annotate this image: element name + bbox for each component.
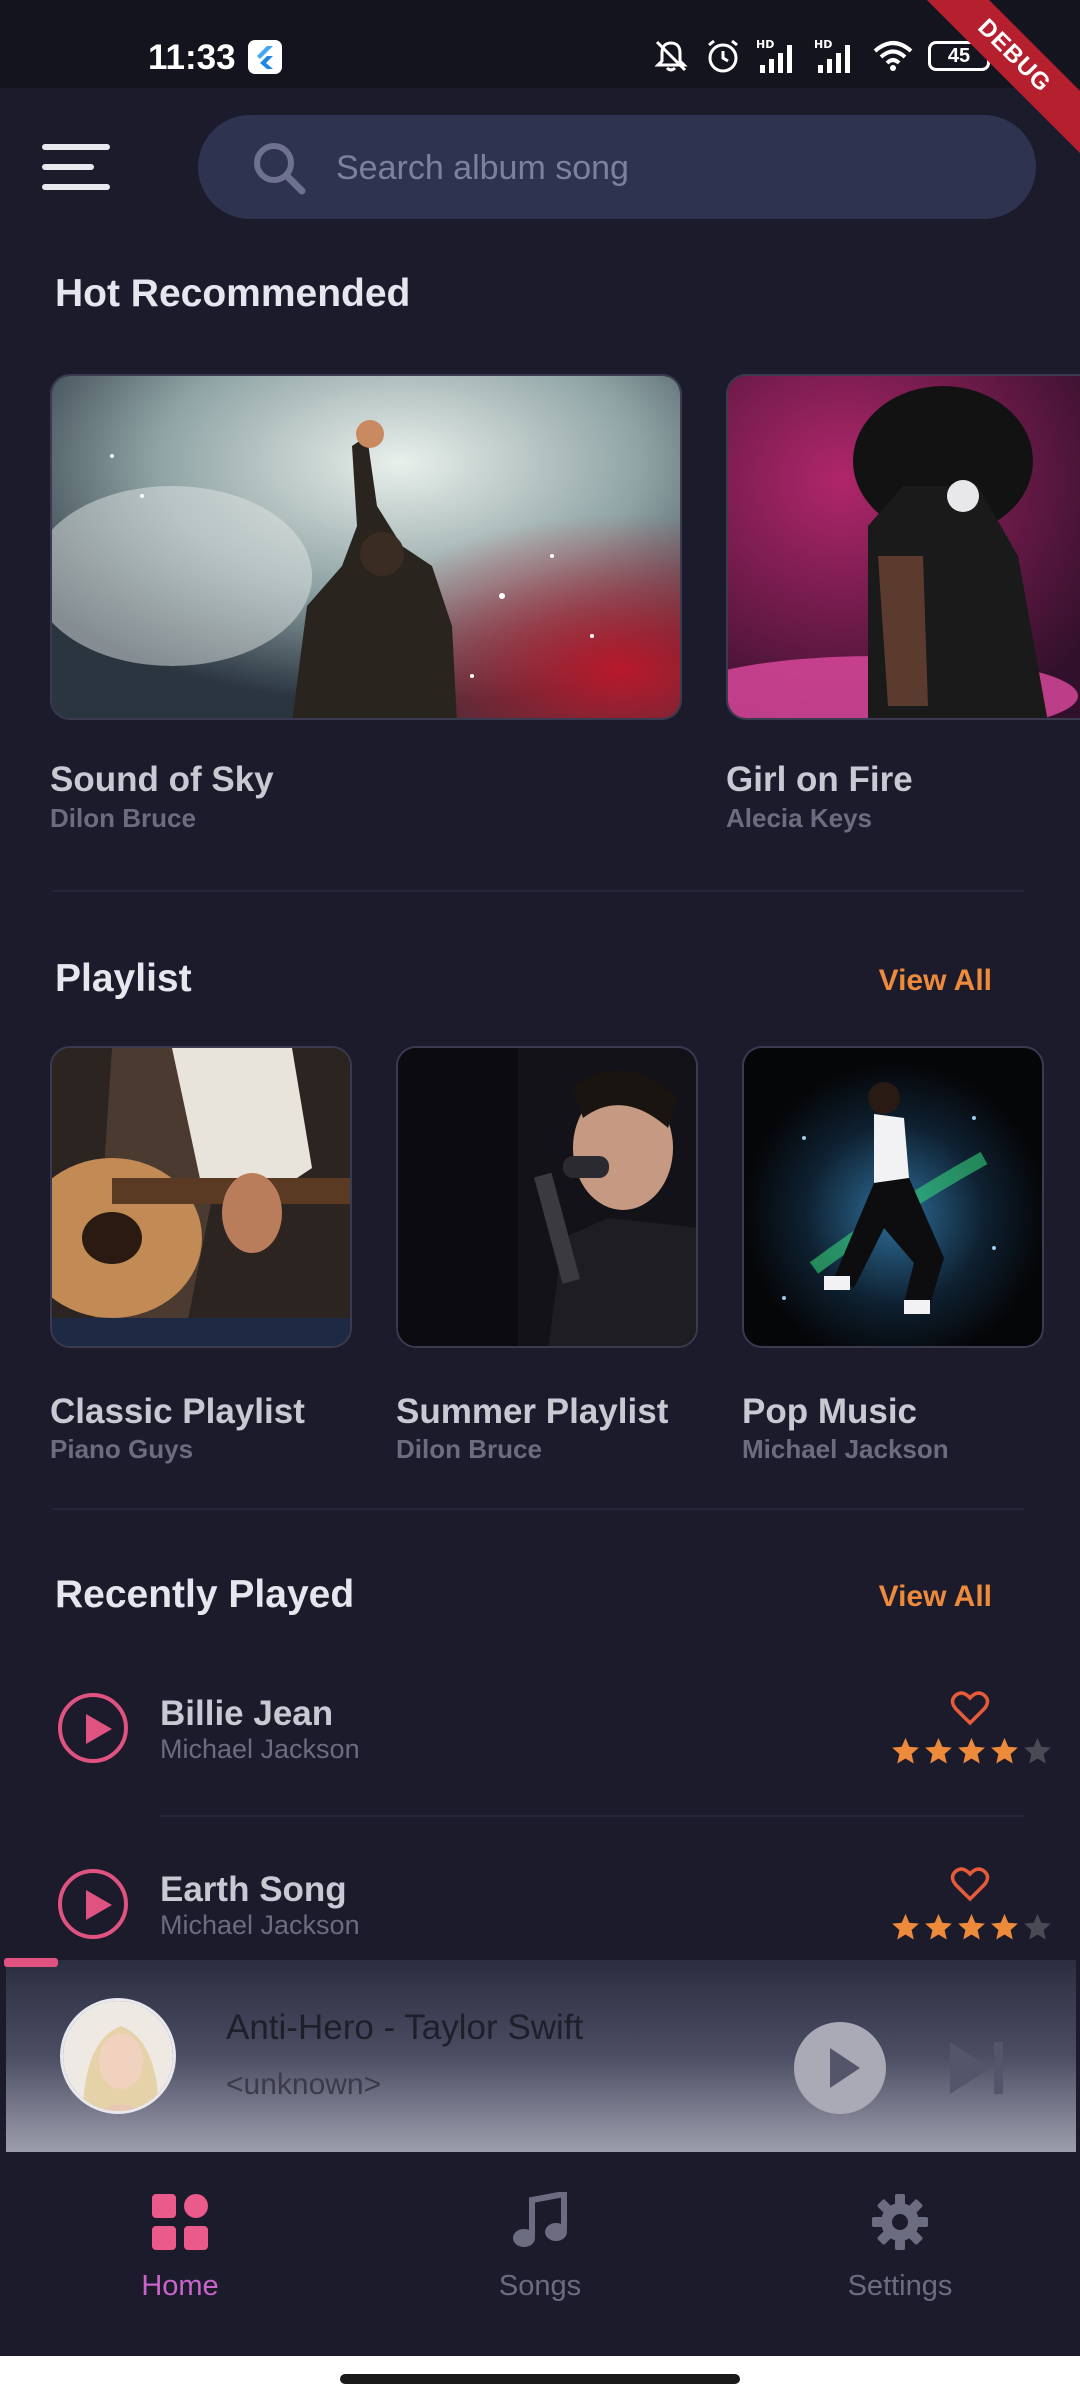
hot-card-artist-1: Dilon Bruce bbox=[50, 803, 196, 833]
grid-icon bbox=[152, 2194, 208, 2250]
menu-line-icon bbox=[42, 184, 110, 190]
play-button[interactable] bbox=[58, 1869, 128, 1939]
status-time: 11:33 bbox=[148, 38, 236, 77]
star-icon bbox=[892, 1737, 919, 1764]
gesture-handle[interactable] bbox=[340, 2374, 740, 2384]
recently-played-title: Recently Played bbox=[55, 1573, 355, 1616]
wifi-icon bbox=[873, 41, 913, 71]
nav-label-settings: Settings bbox=[847, 2270, 953, 2302]
song-artist: Michael Jackson bbox=[160, 1734, 360, 1764]
menu-line-icon bbox=[42, 144, 110, 150]
section-divider bbox=[52, 1508, 1024, 1510]
menu-button[interactable] bbox=[42, 140, 112, 194]
skip-next-icon[interactable] bbox=[946, 2038, 1008, 2098]
playlist-card-artist-2: Dilon Bruce bbox=[396, 1434, 542, 1464]
svg-text:HD: HD bbox=[756, 38, 774, 51]
star-icon bbox=[958, 1913, 985, 1940]
bottom-navigation: Home Songs Settings bbox=[0, 2152, 1080, 2356]
star-icon bbox=[1024, 1737, 1051, 1764]
playlist-card-image-1[interactable] bbox=[50, 1046, 352, 1348]
heart-icon[interactable] bbox=[950, 1690, 990, 1726]
star-icon bbox=[991, 1737, 1018, 1764]
song-title: Earth Song bbox=[160, 1870, 347, 1909]
now-playing-title: Anti-Hero - Taylor Swift bbox=[226, 2008, 584, 2047]
playlist-card-title-1: Classic Playlist bbox=[50, 1392, 305, 1431]
search-icon bbox=[254, 143, 306, 195]
gear-icon bbox=[872, 2194, 928, 2250]
recently-played-view-all-button[interactable]: View All bbox=[879, 1580, 992, 1614]
status-bar: 11:33 HD HD 45 DEBUG bbox=[0, 0, 1080, 164]
playlist-card-title-3: Pop Music bbox=[742, 1392, 918, 1431]
playback-progress bbox=[4, 1958, 58, 1967]
nav-label-songs: Songs bbox=[498, 2270, 582, 2302]
now-playing-subtitle: <unknown> bbox=[226, 2068, 382, 2101]
search-input[interactable] bbox=[336, 143, 976, 193]
song-title: Billie Jean bbox=[160, 1694, 334, 1733]
music-note-icon bbox=[513, 2192, 567, 2247]
star-icon bbox=[958, 1737, 985, 1764]
playlist-card-artist-3: Michael Jackson bbox=[742, 1434, 949, 1464]
star-icon bbox=[925, 1913, 952, 1940]
playlist-title: Playlist bbox=[55, 957, 192, 1000]
playlist-card-title-2: Summer Playlist bbox=[396, 1392, 669, 1431]
hot-card-image-2[interactable] bbox=[726, 374, 1080, 720]
star-icon bbox=[991, 1913, 1018, 1940]
mini-player[interactable]: Anti-Hero - Taylor Swift <unknown> bbox=[6, 1960, 1076, 2152]
nav-item-songs[interactable]: Songs bbox=[430, 2192, 650, 2342]
hot-card-artist-2: Alecia Keys bbox=[726, 803, 872, 833]
svg-text:HD: HD bbox=[814, 38, 832, 51]
mute-bell-icon bbox=[654, 40, 688, 72]
signal-hd-icon: HD bbox=[756, 38, 792, 73]
playlist-card-image-2[interactable] bbox=[396, 1046, 698, 1348]
rating-stars bbox=[890, 1736, 1053, 1766]
rating-stars bbox=[890, 1912, 1053, 1942]
star-icon bbox=[892, 1913, 919, 1940]
playlist-view-all-button[interactable]: View All bbox=[879, 964, 992, 998]
hot-card-image-1[interactable] bbox=[50, 374, 682, 720]
concert-photo bbox=[52, 376, 680, 718]
gesture-area bbox=[0, 2356, 1080, 2400]
play-button[interactable] bbox=[58, 1693, 128, 1763]
singer-photo bbox=[728, 376, 1080, 718]
star-icon bbox=[925, 1737, 952, 1764]
mini-play-button[interactable] bbox=[794, 2022, 886, 2114]
signal-hd-icon-2: HD bbox=[814, 38, 850, 73]
nav-label-home: Home bbox=[141, 2270, 219, 2302]
status-icons: HD HD 45 bbox=[652, 36, 995, 76]
playlist-card-image-3[interactable] bbox=[742, 1046, 1044, 1348]
now-playing-artwork bbox=[60, 1998, 176, 2114]
microphone-singer-photo bbox=[398, 1048, 696, 1346]
heart-icon[interactable] bbox=[950, 1866, 990, 1902]
row-divider bbox=[160, 1815, 1024, 1817]
song-artist: Michael Jackson bbox=[160, 1910, 360, 1940]
alarm-icon bbox=[708, 39, 738, 73]
menu-line-icon bbox=[42, 164, 94, 170]
star-icon bbox=[1024, 1913, 1051, 1940]
section-divider bbox=[52, 890, 1024, 892]
nav-item-home[interactable]: Home bbox=[70, 2192, 290, 2342]
dancer-photo bbox=[744, 1048, 1042, 1346]
hot-card-title-2: Girl on Fire bbox=[726, 760, 913, 799]
nav-item-settings[interactable]: Settings bbox=[790, 2192, 1010, 2342]
flutter-app-icon bbox=[248, 40, 282, 74]
hot-recommended-title: Hot Recommended bbox=[55, 272, 411, 315]
artist-portrait bbox=[63, 2001, 173, 2111]
hot-card-title-1: Sound of Sky bbox=[50, 760, 274, 799]
playlist-card-artist-1: Piano Guys bbox=[50, 1434, 194, 1464]
guitar-photo bbox=[52, 1048, 350, 1346]
search-bar[interactable] bbox=[198, 115, 1036, 219]
